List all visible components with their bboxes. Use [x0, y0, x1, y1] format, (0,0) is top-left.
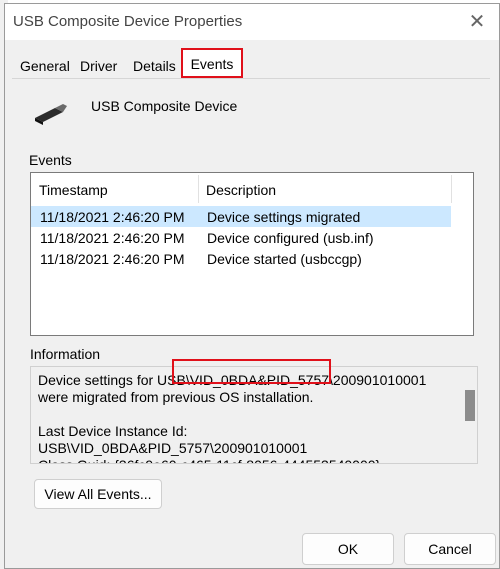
- information-text: Device settings for USB\VID_0BDA&PID_575…: [38, 372, 427, 463]
- tab-details[interactable]: Details: [133, 54, 176, 78]
- tab-general[interactable]: General: [20, 54, 70, 78]
- information-label: Information: [30, 346, 101, 362]
- event-row[interactable]: 11/18/2021 2:46:20 PM Device configured …: [31, 227, 451, 248]
- close-icon[interactable]: ✕: [465, 10, 489, 34]
- annotation-highlight-box: [172, 359, 331, 384]
- properties-dialog: USB Composite Device Properties ✕ Genera…: [4, 3, 500, 569]
- dialog-title: USB Composite Device Properties: [13, 13, 243, 30]
- event-timestamp: 11/18/2021 2:46:20 PM: [40, 251, 185, 267]
- events-list[interactable]: Timestamp Description 11/18/2021 2:46:20…: [30, 172, 474, 336]
- tab-driver[interactable]: Driver: [80, 54, 117, 78]
- event-row[interactable]: 11/18/2021 2:46:20 PM Device started (us…: [31, 248, 451, 269]
- event-row[interactable]: 11/18/2021 2:46:20 PM Device settings mi…: [31, 206, 451, 227]
- column-header-timestamp[interactable]: Timestamp: [39, 182, 108, 198]
- cancel-button[interactable]: Cancel: [404, 533, 496, 565]
- column-divider[interactable]: [198, 175, 199, 203]
- title-bar: USB Composite Device Properties ✕: [5, 4, 499, 40]
- usb-device-icon: [35, 104, 67, 125]
- events-label: Events: [29, 152, 72, 168]
- device-name: USB Composite Device: [91, 98, 238, 114]
- view-all-events-button[interactable]: View All Events...: [34, 479, 162, 509]
- column-header-description[interactable]: Description: [206, 182, 276, 198]
- scrollbar-thumb[interactable]: [465, 390, 475, 421]
- event-timestamp: 11/18/2021 2:46:20 PM: [40, 230, 185, 246]
- column-divider[interactable]: [451, 175, 452, 203]
- event-timestamp: 11/18/2021 2:46:20 PM: [40, 209, 185, 225]
- event-description: Device settings migrated: [207, 209, 361, 225]
- ok-button[interactable]: OK: [302, 533, 394, 565]
- tab-events[interactable]: Events: [181, 48, 243, 78]
- event-description: Device configured (usb.inf): [207, 230, 374, 246]
- information-scrollbar[interactable]: [463, 371, 475, 459]
- event-description: Device started (usbccgp): [207, 251, 362, 267]
- tab-strip: General Driver Details Events: [5, 48, 499, 80]
